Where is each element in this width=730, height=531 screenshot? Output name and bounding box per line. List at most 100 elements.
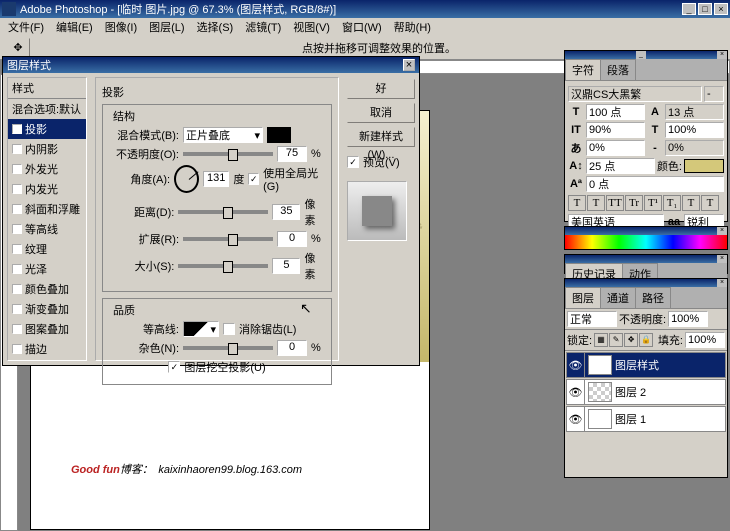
font-family-combo[interactable]: 汉鼎CS大黑繁 — [568, 86, 702, 102]
knockout-checkbox[interactable]: ✓ — [168, 361, 180, 373]
style-texture[interactable]: 纹理 — [8, 239, 86, 259]
menu-view[interactable]: 视图(V) — [289, 18, 334, 36]
layer-name[interactable]: 图层样式 — [615, 357, 659, 373]
menu-help[interactable]: 帮助(H) — [390, 18, 435, 36]
visibility-icon[interactable]: 👁 — [567, 353, 585, 377]
ok-button[interactable]: 好 — [347, 79, 415, 99]
blend-mode-combo[interactable]: 正片叠底 — [183, 127, 263, 143]
style-inner-glow[interactable]: 内发光 — [8, 179, 86, 199]
distance-input[interactable]: 35 — [272, 204, 300, 220]
visibility-icon[interactable]: 👁 — [567, 380, 585, 404]
noise-label: 杂色(N): — [109, 340, 179, 356]
style-satin[interactable]: 光泽 — [8, 259, 86, 279]
font-size-input[interactable]: 100 点 — [586, 104, 645, 120]
style-drop-shadow[interactable]: ✓投影 — [8, 119, 86, 139]
panel-close-icon[interactable]: × — [717, 51, 727, 59]
lock-pixels-icon[interactable]: ✎ — [609, 333, 623, 347]
tab-channels[interactable]: 通道 — [600, 287, 636, 308]
noise-slider[interactable] — [183, 346, 273, 350]
lock-transparency-icon[interactable]: ▦ — [594, 333, 608, 347]
text-color-swatch[interactable] — [684, 159, 724, 173]
height-input[interactable]: 25 点 — [586, 158, 655, 174]
style-stroke[interactable]: 描边 — [8, 339, 86, 359]
strike-button[interactable]: T — [701, 195, 719, 211]
size-input[interactable]: 5 — [272, 258, 300, 274]
styles-header[interactable]: 样式 — [8, 78, 86, 99]
menu-filter[interactable]: 滤镜(T) — [241, 18, 285, 36]
lock-position-icon[interactable]: ✥ — [624, 333, 638, 347]
visibility-icon[interactable]: 👁 — [567, 407, 585, 431]
cancel-button[interactable]: 取消 — [347, 103, 415, 123]
subscript-button[interactable]: T₁ — [663, 195, 681, 211]
angle-dial[interactable] — [174, 165, 199, 193]
layer-name[interactable]: 图层 2 — [615, 384, 646, 400]
menu-edit[interactable]: 编辑(E) — [52, 18, 97, 36]
hscale-input[interactable]: 0% — [665, 140, 724, 156]
spread-slider[interactable] — [183, 237, 273, 241]
noise-input[interactable]: 0 — [277, 340, 307, 356]
layer-row-1[interactable]: 👁 图层 1 — [566, 406, 726, 432]
global-light-checkbox[interactable]: ✓ — [248, 173, 259, 185]
layer-row-2[interactable]: 👁 图层 2 — [566, 379, 726, 405]
menu-file[interactable]: 文件(F) — [4, 18, 48, 36]
fill-opacity-input[interactable]: 100% — [685, 332, 725, 348]
superscript-button[interactable]: T¹ — [644, 195, 662, 211]
tab-layers[interactable]: 图层 — [565, 287, 601, 308]
menu-image[interactable]: 图像(I) — [101, 18, 141, 36]
layer-name[interactable]: 图层 1 — [615, 411, 646, 427]
style-color-overlay[interactable]: 颜色叠加 — [8, 279, 86, 299]
minimize-button[interactable]: _ — [682, 3, 696, 15]
underline-button[interactable]: T — [682, 195, 700, 211]
tab-paragraph[interactable]: 段落 — [600, 59, 636, 80]
panel-close-icon[interactable]: × — [717, 227, 727, 235]
layer-opacity-input[interactable]: 100% — [668, 311, 708, 327]
color-spectrum[interactable] — [565, 235, 727, 249]
shadow-color-swatch[interactable] — [267, 127, 291, 143]
tab-paths[interactable]: 路径 — [635, 287, 671, 308]
antialias-checkbox[interactable] — [223, 323, 235, 335]
distance-slider[interactable] — [178, 210, 268, 214]
angle-input[interactable]: 131 — [203, 171, 229, 187]
menu-window[interactable]: 窗口(W) — [338, 18, 386, 36]
close-button[interactable]: × — [714, 3, 728, 15]
menu-select[interactable]: 选择(S) — [193, 18, 238, 36]
move-tool-icon[interactable]: ✥ — [6, 38, 30, 58]
kerning-input[interactable]: 100% — [665, 122, 724, 138]
font-style-combo[interactable]: - — [704, 86, 724, 102]
new-style-button[interactable]: 新建样式(W)... — [347, 127, 415, 147]
style-outer-glow[interactable]: 外发光 — [8, 159, 86, 179]
style-contour[interactable]: 等高线 — [8, 219, 86, 239]
spread-input[interactable]: 0 — [277, 231, 307, 247]
style-pattern-overlay[interactable]: 图案叠加 — [8, 319, 86, 339]
preview-checkbox[interactable]: ✓ — [347, 156, 359, 168]
smallcaps-button[interactable]: Tr — [625, 195, 643, 211]
panel-close-icon[interactable]: × — [717, 255, 727, 263]
style-gradient-overlay[interactable]: 渐变叠加 — [8, 299, 86, 319]
app-titlebar: Adobe Photoshop - [临时 图片.jpg @ 67.3% (图层… — [0, 0, 730, 18]
style-inner-shadow[interactable]: 内阴影 — [8, 139, 86, 159]
blend-mode-combo[interactable]: 正常 — [567, 311, 617, 327]
size-slider[interactable] — [178, 264, 268, 268]
dialog-close-icon[interactable]: × — [403, 59, 415, 71]
menu-layer[interactable]: 图层(L) — [145, 18, 188, 36]
style-bevel[interactable]: 斜面和浮雕 — [8, 199, 86, 219]
blend-options-item[interactable]: 混合选项:默认 — [8, 99, 86, 119]
dialog-titlebar[interactable]: 图层样式 × — [3, 57, 419, 73]
lock-all-icon[interactable]: 🔒 — [639, 333, 653, 347]
panel-min-icon[interactable]: _ — [636, 51, 646, 59]
menubar: 文件(F) 编辑(E) 图像(I) 图层(L) 选择(S) 滤镜(T) 视图(V… — [0, 18, 730, 36]
panel-close-icon[interactable]: × — [717, 279, 727, 287]
bold-button[interactable]: T — [568, 195, 586, 211]
tab-character[interactable]: 字符 — [565, 59, 601, 80]
contour-picker[interactable] — [183, 321, 219, 337]
leading-input[interactable]: 13 点 — [665, 104, 724, 120]
vscale-input[interactable]: 0% — [586, 140, 645, 156]
maximize-button[interactable]: □ — [698, 3, 712, 15]
allcaps-button[interactable]: TT — [606, 195, 624, 211]
layer-row-text[interactable]: 👁 T 图层样式 — [566, 352, 726, 378]
tracking-input[interactable]: 90% — [586, 122, 645, 138]
baseline-shift-input[interactable]: 0 点 — [586, 176, 724, 192]
opacity-slider[interactable] — [183, 152, 273, 156]
opacity-input[interactable]: 75 — [277, 146, 307, 162]
italic-button[interactable]: T — [587, 195, 605, 211]
